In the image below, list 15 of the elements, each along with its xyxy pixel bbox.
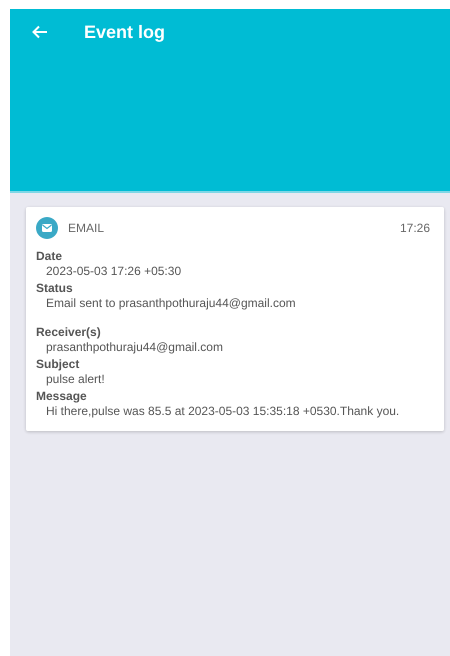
field-label: Message	[36, 389, 88, 404]
event-type: EMAIL	[68, 221, 106, 235]
envelope-icon	[36, 217, 58, 239]
field-label: Subject	[36, 357, 80, 372]
field-value: prasanthpothuraju44@gmail.com	[45, 340, 224, 355]
event-card[interactable]	[26, 207, 444, 431]
field-label: Status	[36, 281, 74, 296]
field-value: pulse alert!	[45, 372, 106, 387]
field-value: 2023-05-03 17:26 +05:30	[45, 264, 182, 279]
field-label: Receiver(s)	[36, 325, 102, 340]
field-label: Date	[36, 249, 64, 264]
screen-title: Event log	[84, 22, 166, 42]
event-time: 17:26	[400, 221, 430, 235]
field-value: Email sent to prasanthpothuraju44@gmail.com	[45, 296, 297, 311]
field-value: Hi there,pulse was 85.5 at 2023-05-03 15:35:18 +0530.Thank you.	[45, 404, 400, 419]
